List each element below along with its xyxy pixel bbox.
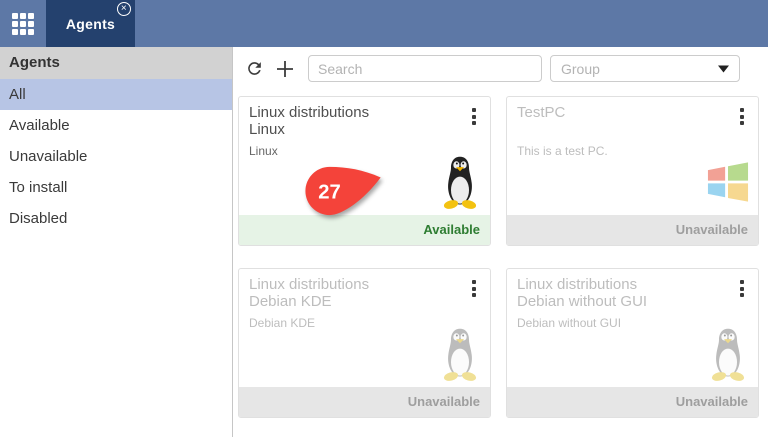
agent-card-subtitle: Debian KDE: [249, 293, 332, 310]
agent-card-title: Linux distributions: [249, 104, 370, 121]
sidebar-item-available[interactable]: Available: [0, 110, 232, 141]
kebab-menu-icon[interactable]: [734, 276, 750, 310]
kebab-menu-icon[interactable]: [466, 104, 482, 138]
sidebar-item-unavailable[interactable]: Unavailable: [0, 141, 232, 172]
agent-card-description: This is a test PC.: [517, 144, 608, 158]
session-count-badge: 27: [305, 166, 381, 216]
status-badge: Unavailable: [239, 387, 490, 417]
kebab-menu-icon[interactable]: [734, 104, 750, 138]
svg-text:27: 27: [318, 182, 341, 204]
sidebar-item-all[interactable]: All: [0, 79, 232, 110]
agent-card-subtitle: Linux: [249, 121, 285, 138]
agent-card-debian-kde[interactable]: Linux distributions Debian KDE Debian KD…: [238, 268, 491, 418]
sidebar-item-disabled[interactable]: Disabled: [0, 203, 232, 234]
tab-agents-label: Agents: [65, 15, 116, 32]
add-agent-button[interactable]: [274, 58, 296, 80]
app-grid-icon: [12, 12, 34, 35]
status-badge: Available: [239, 215, 490, 245]
kebab-menu-icon[interactable]: [466, 276, 482, 310]
tux-penguin-icon: [443, 156, 477, 209]
main-content: Group Linux distributions Linux Linux: [233, 47, 768, 437]
app-grid-button[interactable]: [0, 0, 46, 47]
top-bar: Agents ×: [0, 0, 768, 47]
refresh-icon: [247, 62, 261, 75]
tux-penguin-icon: [443, 328, 477, 381]
agent-card-title: Linux distributions: [517, 276, 638, 293]
group-filter-select[interactable]: Group: [550, 55, 740, 82]
group-filter-placeholder: Group: [561, 60, 600, 77]
agent-card-subtitle: Debian without GUI: [517, 293, 648, 310]
tux-penguin-icon: [711, 328, 745, 381]
status-badge: Unavailable: [507, 215, 758, 245]
sidebar-header: Agents: [0, 47, 232, 79]
agent-cards-grid: Linux distributions Linux Linux 27 Avail…: [233, 90, 768, 418]
agent-card-debian-nogui[interactable]: Linux distributions Debian without GUI D…: [506, 268, 759, 418]
plus-icon: [277, 60, 293, 77]
refresh-button[interactable]: [243, 58, 265, 80]
status-badge: Unavailable: [507, 387, 758, 417]
agent-card-title: TestPC: [517, 104, 566, 121]
windows-logo-icon: [707, 162, 749, 202]
caret-down-icon: [718, 65, 729, 72]
agent-card-linux[interactable]: Linux distributions Linux Linux 27 Avail…: [238, 96, 491, 246]
agent-card-testpc[interactable]: TestPC This is a test PC. Unavailable: [506, 96, 759, 246]
agent-card-title: Linux distributions: [249, 276, 370, 293]
tab-agents[interactable]: Agents ×: [46, 0, 135, 47]
agent-card-subtitle: [517, 121, 734, 138]
sidebar-item-to-install[interactable]: To install: [0, 172, 232, 203]
toolbar: Group: [233, 47, 768, 90]
search-input[interactable]: [308, 55, 542, 82]
sidebar: Agents All Available Unavailable To inst…: [0, 47, 233, 437]
tab-close-icon[interactable]: ×: [117, 2, 131, 16]
